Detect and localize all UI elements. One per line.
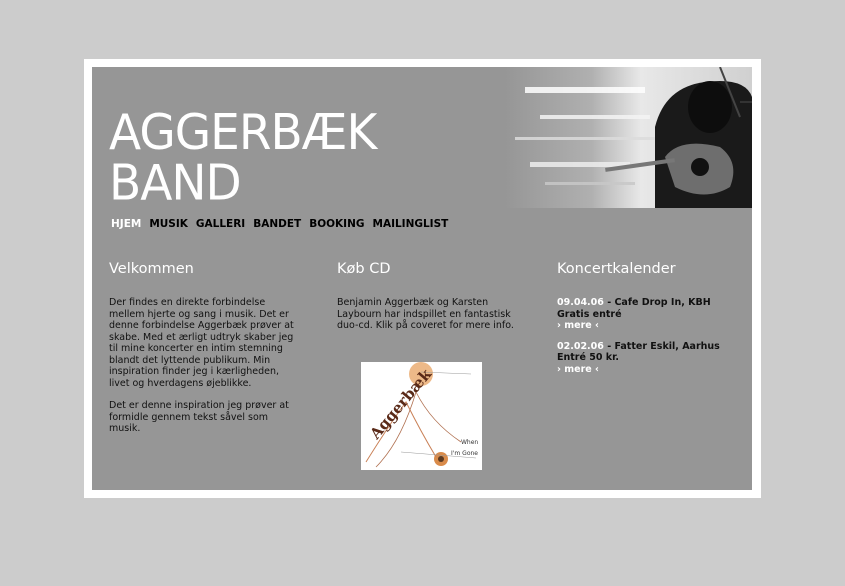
event-title: - Cafe Drop In, KBH (603, 297, 711, 308)
site-title: AGGERBÆK BAND (109, 103, 377, 212)
event-date: 09.04.06 (557, 297, 604, 308)
header-band-photo (505, 67, 752, 208)
content-panel: AGGERBÆK BAND HJEM MUSIK GALLERI BANDET … (92, 67, 752, 490)
event-note: Entré 50 kr. (557, 352, 620, 363)
calendar-event: 02.02.06 - Fatter Eskil, Aarhus Entré 50… (557, 341, 742, 376)
cd-column: Køb CD Benjamin Aggerbæk og Karsten Layb… (337, 261, 527, 343)
event-more-link[interactable]: › mere ‹ (557, 320, 742, 332)
event-date: 02.02.06 (557, 340, 604, 352)
welcome-paragraph-1: Der findes en direkte forbindelse mellem… (109, 297, 294, 389)
page-frame: AGGERBÆK BAND HJEM MUSIK GALLERI BANDET … (84, 59, 761, 498)
cd-heading: Køb CD (337, 261, 391, 277)
site-title-line1: AGGERBÆK (109, 103, 377, 162)
event-title: - Fatter Eskil, Aarhus (603, 340, 720, 352)
nav-item-musik[interactable]: MUSIK (149, 218, 188, 230)
nav-item-mailinglist[interactable]: MAILINGLIST (373, 218, 449, 230)
nav-item-bandet[interactable]: BANDET (253, 218, 301, 230)
event-more-link[interactable]: › mere ‹ (557, 364, 742, 376)
welcome-column: Velkommen Der findes en direkte forbinde… (109, 261, 299, 446)
cd-cover-image[interactable]: Aggerbæk When I'm Gone (361, 362, 482, 470)
nav-item-galleri[interactable]: GALLERI (196, 218, 245, 230)
cd-text: Benjamin Aggerbæk og Karsten Laybourn ha… (337, 297, 514, 331)
event-note: Gratis entré (557, 308, 622, 320)
cd-cover-art: Aggerbæk When I'm Gone (361, 362, 482, 470)
calendar-column: Koncertkalender 09.04.06 - Cafe Drop In,… (557, 261, 742, 384)
site-title-line2: BAND (109, 154, 242, 212)
nav-item-booking[interactable]: BOOKING (309, 218, 364, 230)
welcome-paragraph-2: Det er denne inspiration jeg prøver at f… (109, 400, 289, 434)
nav-item-hjem[interactable]: HJEM (111, 218, 141, 230)
calendar-heading: Koncertkalender (557, 261, 676, 277)
calendar-event: 09.04.06 - Cafe Drop In, KBH Gratis entr… (557, 297, 742, 332)
cd-cover-subtitle-2: I'm Gone (451, 450, 478, 457)
main-nav: HJEM MUSIK GALLERI BANDET BOOKING MAILIN… (111, 218, 448, 230)
welcome-heading: Velkommen (109, 261, 194, 277)
cd-cover-subtitle-1: When (461, 439, 478, 446)
